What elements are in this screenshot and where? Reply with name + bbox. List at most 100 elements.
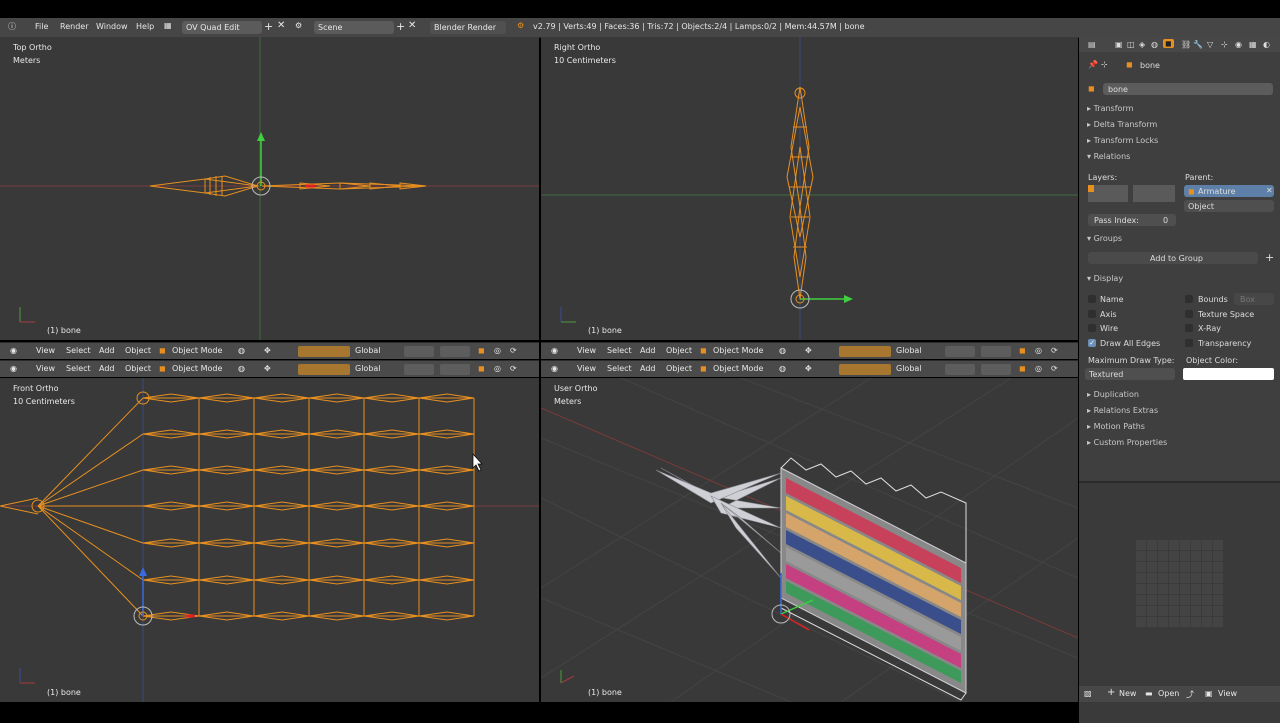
proportional-edit-icon[interactable]: ◎ <box>494 346 501 355</box>
shading-icon[interactable]: ◍ <box>779 346 786 355</box>
snap-icon[interactable]: ⟳ <box>510 346 517 355</box>
pivot-icon[interactable]: ✥ <box>805 346 812 355</box>
pin-icon[interactable]: ⤴ <box>1186 689 1194 700</box>
pin-icon[interactable]: 📌 <box>1088 60 1098 69</box>
select-menu[interactable]: Select <box>66 364 91 373</box>
scene-tab-icon[interactable]: ◈ <box>1139 40 1145 49</box>
object-name-field[interactable]: bone <box>1103 83 1273 95</box>
scene-field[interactable]: Scene <box>314 21 394 34</box>
pivot-icon[interactable]: ✥ <box>264 346 271 355</box>
panel-transform[interactable]: ▸ Transform <box>1087 104 1133 113</box>
orientation-select[interactable]: Global <box>896 364 922 373</box>
select-menu[interactable]: Select <box>607 364 632 373</box>
bounds-type-select[interactable]: Box <box>1234 293 1274 305</box>
add-menu[interactable]: Add <box>99 364 115 373</box>
panel-delta-transform[interactable]: ▸ Delta Transform <box>1087 120 1157 129</box>
add-menu[interactable]: Add <box>640 346 656 355</box>
pass-index-field[interactable]: Pass Index: 0 <box>1088 214 1176 226</box>
layers-grid-b[interactable] <box>1133 185 1175 202</box>
mode-select[interactable]: Object Mode <box>713 346 763 355</box>
lock-layers-icon[interactable]: ◼ <box>1019 346 1026 355</box>
panel-groups[interactable]: ▾ Groups <box>1087 234 1122 243</box>
menu-help[interactable]: Help <box>136 22 154 31</box>
proportional-edit-icon[interactable]: ◎ <box>1035 346 1042 355</box>
open-folder-icon[interactable]: ▬ <box>1145 689 1153 698</box>
name-checkbox[interactable] <box>1088 295 1096 303</box>
manipulator-toggles[interactable] <box>298 346 350 357</box>
layers-grid-a[interactable] <box>404 364 434 375</box>
parent-field[interactable]: ◼ Armature ✕ <box>1184 185 1274 197</box>
object-menu[interactable]: Object <box>125 346 151 355</box>
constraints-tab-icon[interactable]: ⛓ <box>1181 40 1191 49</box>
viewport-front-ortho[interactable]: Front Ortho 10 Centimeters (1) bone <box>0 378 539 702</box>
new-image-icon[interactable]: + <box>1107 687 1115 698</box>
pivot-icon[interactable]: ✥ <box>805 364 812 373</box>
view-menu[interactable]: View <box>36 364 55 373</box>
wire-checkbox[interactable] <box>1088 324 1096 332</box>
viewport-user-ortho[interactable]: User Ortho Meters (1) bone <box>541 378 1078 702</box>
add-menu[interactable]: Add <box>640 364 656 373</box>
texture-tab-icon[interactable]: ▦ <box>1249 40 1257 49</box>
panel-motion-paths[interactable]: ▸ Motion Paths <box>1087 422 1145 431</box>
lock-layers-icon[interactable]: ◼ <box>1019 364 1026 373</box>
select-menu[interactable]: Select <box>66 346 91 355</box>
mode-select[interactable]: Object Mode <box>172 346 222 355</box>
physics-tab-icon[interactable]: ◐ <box>1263 40 1270 49</box>
object-menu[interactable]: Object <box>666 346 692 355</box>
add-screen-button[interactable]: + <box>264 20 273 33</box>
snap-icon[interactable]: ⟳ <box>1051 364 1058 373</box>
view-menu[interactable]: View <box>577 364 596 373</box>
render-engine-select[interactable]: Blender Render <box>430 21 506 34</box>
remove-screen-button[interactable]: ✕ <box>277 20 285 31</box>
new-group-button[interactable]: + <box>1265 251 1274 264</box>
bone-tab-icon[interactable]: ⊹ <box>1221 40 1228 49</box>
remove-scene-button[interactable]: ✕ <box>408 20 416 31</box>
editor-type-icon[interactable]: ◉ <box>551 364 558 373</box>
bounds-checkbox[interactable] <box>1185 295 1193 303</box>
panel-relations-extras[interactable]: ▸ Relations Extras <box>1087 406 1158 415</box>
orientation-select[interactable]: Global <box>355 364 381 373</box>
menu-file[interactable]: File <box>35 22 48 31</box>
clear-parent-icon[interactable]: ✕ <box>1266 186 1273 195</box>
editor-type-icon[interactable]: ◉ <box>551 346 558 355</box>
open-image-button[interactable]: Open <box>1158 689 1179 698</box>
render-tab-icon[interactable]: ▣ <box>1115 40 1123 49</box>
viewport-right-ortho[interactable]: Right Ortho 10 Centimeters (1) bone <box>541 37 1078 340</box>
object-menu[interactable]: Object <box>125 364 151 373</box>
layers-grid-b[interactable] <box>981 346 1011 357</box>
parent-type-select[interactable]: Object <box>1184 200 1274 212</box>
manipulator-toggles[interactable] <box>298 364 350 375</box>
editor-type-icon[interactable]: ◉ <box>10 364 17 373</box>
view-menu[interactable]: View <box>577 346 596 355</box>
add-menu[interactable]: Add <box>99 346 115 355</box>
screen-layout-field[interactable]: OV Quad Edit <box>182 21 262 34</box>
manipulator-toggles[interactable] <box>839 346 891 357</box>
editor-type-icon[interactable]: ◉ <box>10 346 17 355</box>
max-draw-type-select[interactable]: Textured <box>1085 368 1175 380</box>
layers-grid-a[interactable] <box>945 364 975 375</box>
material-tab-icon[interactable]: ◉ <box>1235 40 1242 49</box>
layers-grid-b[interactable] <box>440 346 470 357</box>
editor-type-icon[interactable]: ▧ <box>1084 689 1092 698</box>
shading-icon[interactable]: ◍ <box>779 364 786 373</box>
orientation-select[interactable]: Global <box>896 346 922 355</box>
layers-tab-icon[interactable]: ◫ <box>1127 40 1135 49</box>
view-menu[interactable]: View <box>1218 689 1237 698</box>
object-tab-icon[interactable]: ◼ <box>1163 39 1174 48</box>
data-tab-icon[interactable]: ▽ <box>1207 40 1213 49</box>
object-menu[interactable]: Object <box>666 364 692 373</box>
select-menu[interactable]: Select <box>607 346 632 355</box>
layers-grid-b[interactable] <box>981 364 1011 375</box>
layers-grid-a[interactable] <box>945 346 975 357</box>
texture-space-checkbox[interactable] <box>1185 310 1193 318</box>
panel-duplication[interactable]: ▸ Duplication <box>1087 390 1139 399</box>
editor-type-icon[interactable]: ▤ <box>1088 40 1096 49</box>
world-tab-icon[interactable]: ◍ <box>1151 40 1158 49</box>
view-menu[interactable]: View <box>36 346 55 355</box>
view-icon[interactable]: ▣ <box>1205 689 1213 698</box>
manipulator-toggles[interactable] <box>839 364 891 375</box>
lock-layers-icon[interactable]: ◼ <box>478 346 485 355</box>
menu-render[interactable]: Render <box>60 22 88 31</box>
draw-all-edges-checkbox[interactable]: ✓ <box>1088 339 1096 347</box>
snap-icon[interactable]: ⟳ <box>1051 346 1058 355</box>
